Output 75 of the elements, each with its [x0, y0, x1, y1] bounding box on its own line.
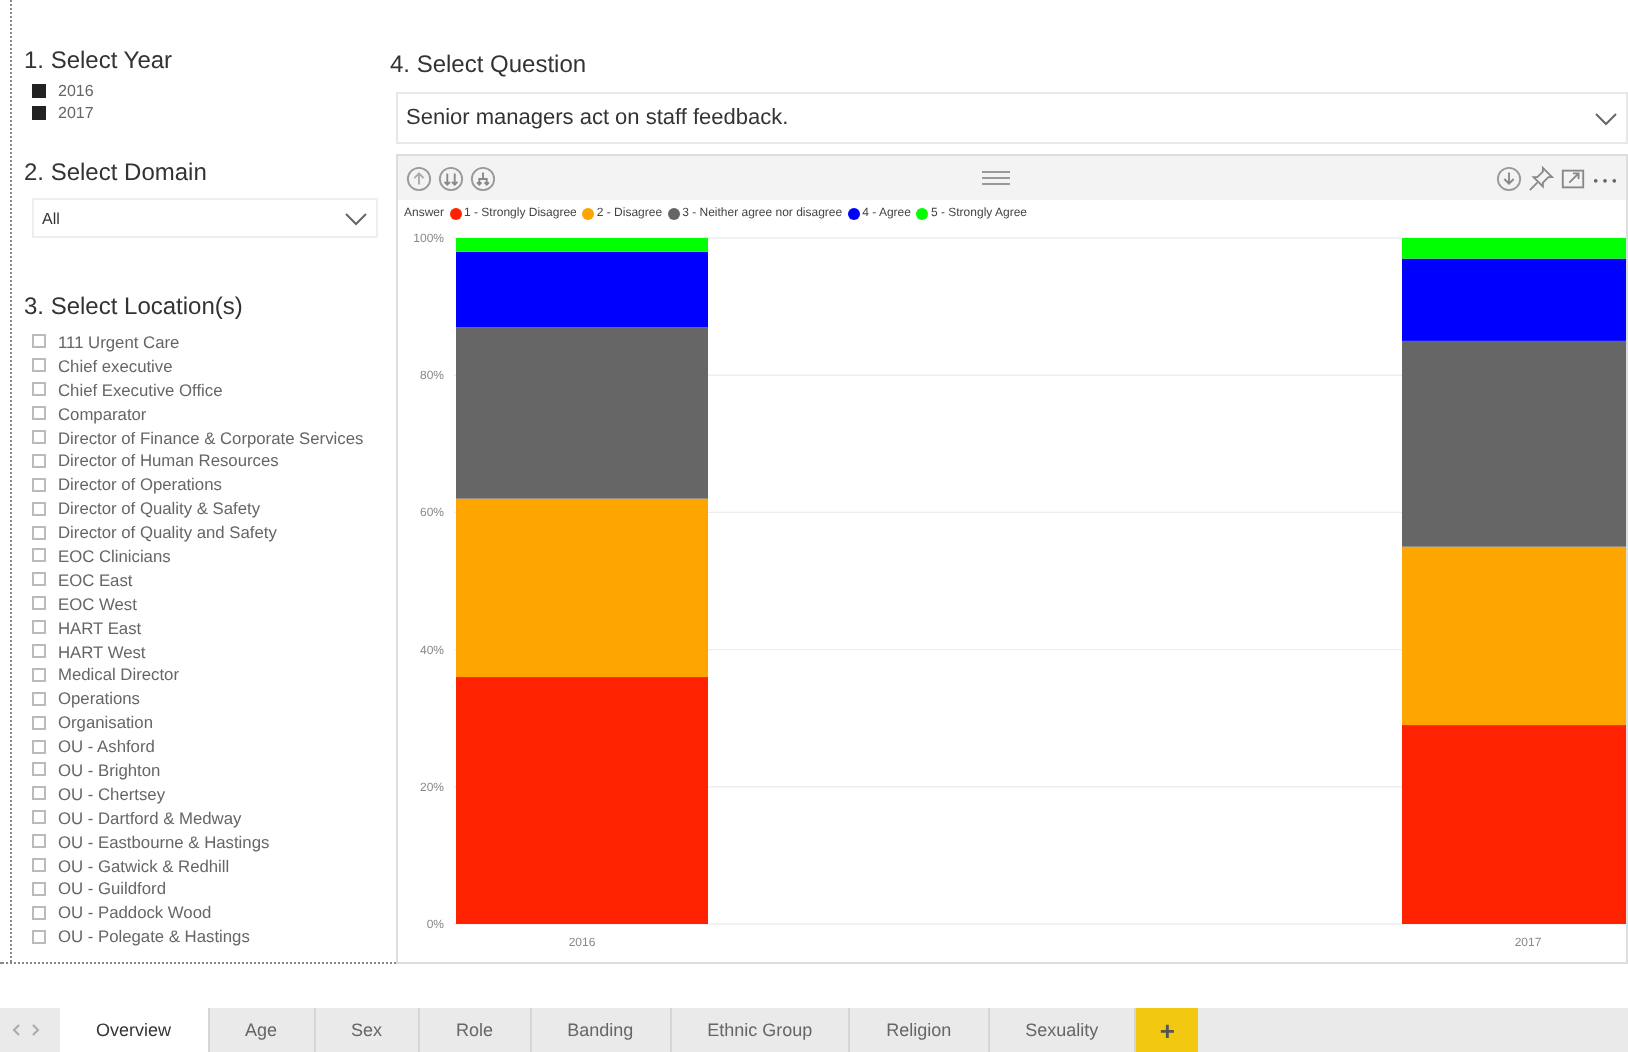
location-label: HART East: [58, 617, 142, 638]
checkbox[interactable]: [32, 667, 46, 682]
slicer-title: 1. Select Year: [24, 44, 175, 76]
checkbox[interactable]: [32, 334, 46, 349]
checkbox[interactable]: [32, 881, 46, 896]
slicer-title: 4. Select Question: [390, 48, 589, 80]
pin-icon[interactable]: [1528, 165, 1554, 191]
expand-icon[interactable]: [1560, 165, 1586, 191]
checkbox[interactable]: [32, 786, 46, 801]
add-page-button[interactable]: +: [1136, 1008, 1199, 1052]
location-label: Director of Finance & Corporate Services: [58, 427, 364, 447]
checkbox[interactable]: [32, 905, 46, 920]
checkbox[interactable]: [32, 548, 46, 563]
checkbox[interactable]: [32, 106, 46, 120]
location-label: EOC East: [58, 569, 133, 590]
checkbox[interactable]: [32, 715, 46, 730]
domain-dropdown[interactable]: All: [32, 198, 378, 238]
previous-page-icon[interactable]: [12, 1024, 20, 1036]
checkbox[interactable]: [32, 525, 46, 540]
location-label: Director of Human Resources: [58, 450, 279, 471]
year-label: 2017: [58, 104, 94, 122]
location-label: OU - Polegate & Hastings: [58, 926, 250, 947]
location-label: OU - Chertsey: [58, 783, 166, 804]
chevron-down-icon: [1594, 111, 1618, 125]
location-label: OU - Eastbourne & Hastings: [58, 831, 270, 852]
checkbox[interactable]: [32, 477, 46, 492]
drill-down-icon[interactable]: [438, 165, 464, 191]
location-label: 111 Urgent Care: [58, 331, 180, 352]
location-label: Director of Operations: [58, 474, 222, 495]
slicer-title: 2. Select Domain: [24, 156, 209, 188]
location-label: EOC West: [58, 593, 137, 614]
checkbox[interactable]: [32, 858, 46, 873]
location-label: Operations: [58, 688, 140, 709]
drag-handle-icon[interactable]: [982, 170, 1010, 186]
checkbox[interactable]: [32, 406, 46, 421]
checkbox[interactable]: [32, 739, 46, 754]
checkbox[interactable]: [32, 453, 46, 468]
checkbox[interactable]: [32, 810, 46, 825]
location-label: Medical Director: [58, 664, 180, 685]
year-label: 2016: [58, 82, 94, 100]
checkbox[interactable]: [32, 430, 46, 444]
location-label: OU - Brighton: [58, 759, 161, 780]
checkbox[interactable]: [32, 644, 46, 659]
drill-up-icon[interactable]: [406, 165, 432, 191]
page-tab[interactable]: Overview: [60, 1008, 210, 1052]
location-label: Director of Quality & Safety: [58, 498, 261, 519]
location-label: OU - Guildford: [58, 878, 166, 899]
location-label: OU - Paddock Wood: [58, 902, 212, 923]
checkbox[interactable]: [32, 84, 46, 98]
location-label: Organisation: [58, 712, 153, 733]
location-label: Chief Executive Office: [58, 379, 223, 400]
location-label: OU - Gatwick & Redhill: [58, 855, 230, 876]
download-icon[interactable]: [1496, 165, 1522, 191]
checkbox[interactable]: [32, 620, 46, 635]
checkbox[interactable]: [32, 572, 46, 587]
checkbox[interactable]: [32, 762, 46, 777]
question-dropdown[interactable]: Senior managers act on staff feedback.: [396, 92, 1628, 144]
checkbox[interactable]: [32, 834, 46, 849]
location-label: Director of Quality and Safety: [58, 522, 277, 543]
checkbox[interactable]: [32, 382, 46, 397]
checkbox[interactable]: [32, 929, 46, 944]
location-label: Chief executive: [58, 355, 173, 376]
checkbox[interactable]: [32, 501, 46, 516]
slicer-title: 3. Select Location(s): [24, 290, 245, 322]
location-label: OU - Ashford: [58, 736, 155, 757]
chevron-down-icon: [344, 211, 368, 225]
checkbox[interactable]: [32, 596, 46, 611]
location-label: EOC Clinicians: [58, 545, 171, 566]
checkbox[interactable]: [32, 691, 46, 706]
expand-hierarchy-icon[interactable]: [470, 165, 496, 191]
location-label: OU - Dartford & Medway: [58, 807, 242, 828]
location-label: Comparator: [58, 403, 147, 424]
checkbox[interactable]: [32, 358, 46, 373]
next-page-icon[interactable]: [32, 1024, 40, 1036]
location-label: HART West: [58, 641, 146, 662]
